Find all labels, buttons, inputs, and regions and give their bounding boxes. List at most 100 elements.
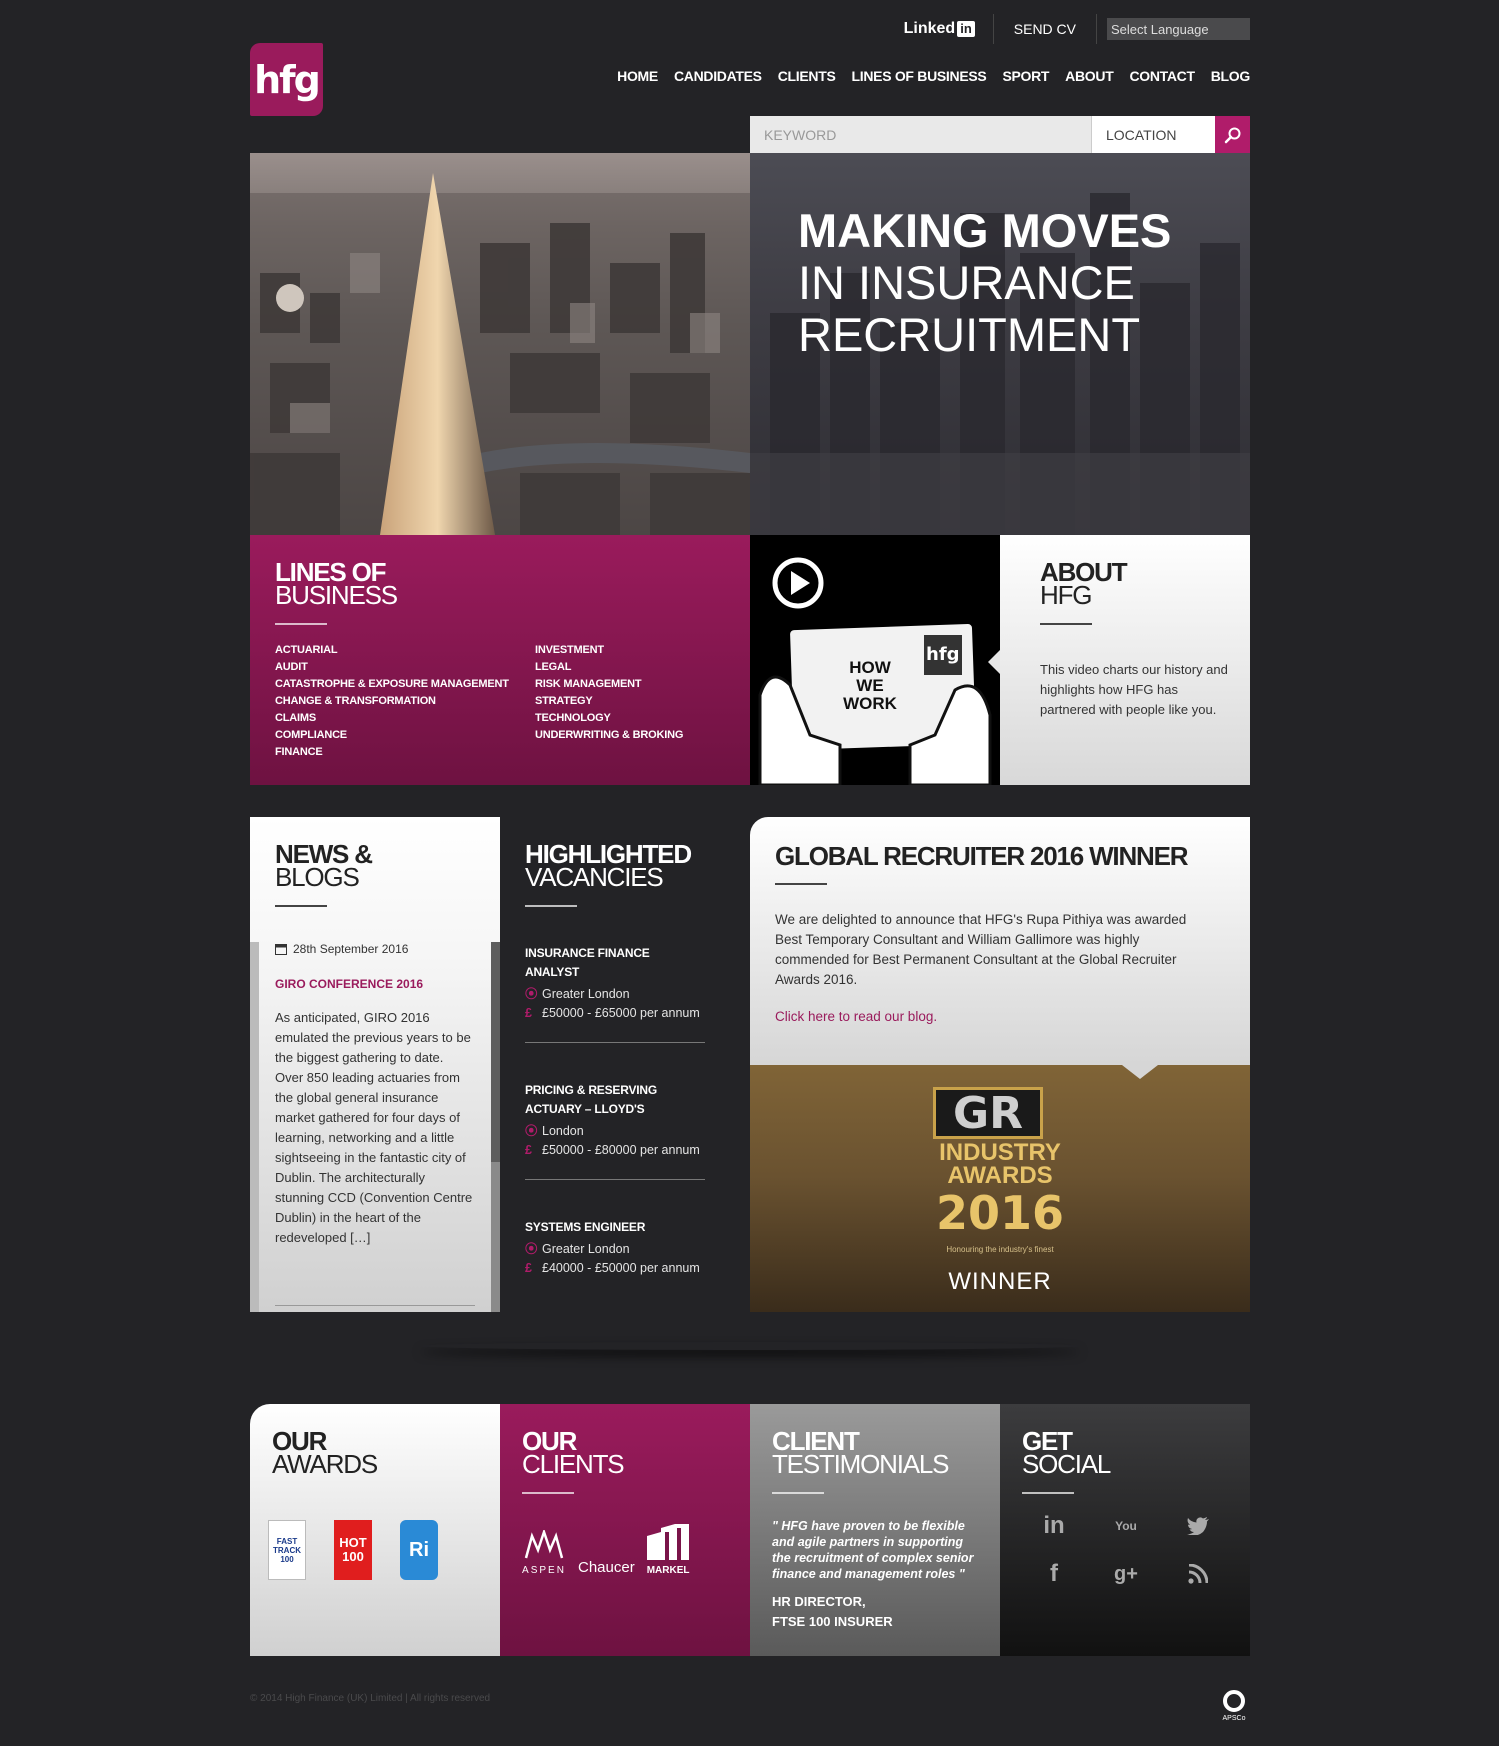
job-search-bar: KEYWORD LOCATION — [750, 116, 1250, 153]
nav-blog[interactable]: BLOG — [1211, 68, 1251, 84]
hero-line-3: RECRUITMENT — [798, 308, 1141, 361]
hfg-logo[interactable]: hfg — [250, 43, 323, 116]
nav-sport[interactable]: SPORT — [1002, 68, 1049, 84]
pound-icon: £ — [525, 1006, 532, 1020]
global-recruiter-award-panel: GLOBAL RECRUITER 2016 WINNER We are deli… — [750, 817, 1250, 1312]
location-pin-icon: ⦿ — [525, 1242, 538, 1256]
lob-link[interactable]: CATASTROPHE & EXPOSURE MANAGEMENT — [275, 676, 535, 693]
our-clients-panel[interactable]: OUR CLIENTS ASPEN Chaucer MARKEL — [500, 1404, 750, 1656]
how-we-work-video[interactable]: hfg HOW WE WORK — [750, 535, 1000, 785]
divider — [275, 905, 327, 907]
testimonial-quote: " HFG have proven to be flexible and agi… — [772, 1519, 974, 1581]
vacancy-item[interactable]: INSURANCE FINANCE ANALYST ⦿ Greater Londo… — [525, 944, 705, 1043]
news-scrollbar[interactable] — [491, 942, 500, 1312]
linkedin-icon: in — [957, 21, 975, 37]
send-cv-link[interactable]: SEND CV — [994, 14, 1097, 44]
lob-link[interactable]: COMPLIANCE — [275, 727, 535, 744]
get-social-panel: GET SOCIAL in You f g+ — [1000, 1404, 1250, 1656]
lob-link[interactable]: ACTUARIAL — [275, 642, 535, 659]
lob-link[interactable]: CHANGE & TRANSFORMATION — [275, 693, 535, 710]
nav-contact[interactable]: CONTACT — [1129, 68, 1195, 84]
lob-link[interactable]: AUDIT — [275, 659, 535, 676]
video-card-text: HOW WE WORK — [843, 658, 897, 713]
vacancy-item[interactable]: PRICING & RESERVING ACTUARY – LLOYD'S ⦿ L… — [525, 1081, 705, 1180]
client-logos: ASPEN Chaucer MARKEL — [522, 1524, 701, 1576]
aspen-logo: ASPEN — [522, 1528, 566, 1576]
award-title: GLOBAL RECRUITER 2016 WINNER — [775, 841, 1189, 871]
section-heading: CLIENT TESTIMONIALS — [772, 1426, 949, 1479]
vacancy-location: Greater London — [542, 1242, 630, 1256]
news-left-bar — [250, 942, 259, 1312]
location-input[interactable]: LOCATION — [1091, 116, 1215, 153]
vacancy-title[interactable]: PRICING & RESERVING ACTUARY – LLOYD'S — [525, 1081, 705, 1119]
award-awards: AWARDS — [947, 1162, 1053, 1189]
read-blog-link[interactable]: Click here to read our blog. — [775, 1009, 937, 1024]
keyword-input[interactable]: KEYWORD — [750, 116, 1091, 153]
business-lines-column-1: ACTUARIAL AUDIT CATASTROPHE & EXPOSURE M… — [275, 642, 535, 761]
about-description: This video charts our history and highli… — [1040, 662, 1228, 717]
vacancy-title[interactable]: SYSTEMS ENGINEER — [525, 1218, 705, 1237]
vacancy-title[interactable]: INSURANCE FINANCE ANALYST — [525, 944, 705, 982]
location-pin-icon: ⦿ — [525, 1124, 538, 1138]
linkedin-link[interactable]: Linked in — [904, 14, 994, 44]
vacancy-salary: £50000 - £80000 per annum — [542, 1143, 700, 1157]
award-badges: FAST TRACK 100 HOT 100 Ri — [268, 1520, 466, 1580]
section-heading: OUR AWARDS — [272, 1426, 378, 1479]
divider — [1022, 1492, 1074, 1494]
twitter-icon[interactable] — [1162, 1512, 1234, 1540]
vacancy-item[interactable]: SYSTEMS ENGINEER ⦿ Greater London £ £40000… — [525, 1218, 705, 1275]
location-pin-icon: ⦿ — [525, 987, 538, 1001]
award-year: 2016 — [935, 1186, 1065, 1240]
google-plus-icon[interactable]: g+ — [1090, 1560, 1162, 1588]
search-icon — [1224, 127, 1240, 143]
pointer-notch — [988, 650, 1000, 674]
linkedin-text: Linked — [903, 20, 956, 37]
section-heading: HIGHLIGHTED VACANCIES — [525, 839, 692, 892]
scrollbar-thumb[interactable] — [491, 942, 500, 1162]
pointer-notch — [1122, 1065, 1158, 1079]
divider — [275, 1305, 475, 1306]
news-blogs-panel: NEWS & BLOGS 28th September 2016 GIRO CO… — [250, 817, 500, 1312]
divider — [275, 623, 327, 625]
social-icons: in You f g+ — [1018, 1512, 1238, 1588]
hero-headline-panel: MAKING MOVES IN INSURANCE RECRUITMENT — [750, 153, 1250, 535]
search-button[interactable] — [1215, 116, 1250, 153]
lob-link[interactable]: CLAIMS — [275, 710, 535, 727]
award-text: We are delighted to announce that HFG's … — [775, 912, 1187, 987]
divider — [525, 905, 577, 907]
hero-title: MAKING MOVES IN INSURANCE RECRUITMENT — [798, 205, 1171, 361]
copyright-text: © 2014 High Finance (UK) Limited | All r… — [250, 1693, 491, 1704]
ri-badge: Ri — [400, 1520, 438, 1580]
client-testimonials-panel[interactable]: CLIENT TESTIMONIALS " HFG have proven to… — [750, 1404, 1000, 1656]
apsco-logo[interactable]: APSCo — [1218, 1690, 1250, 1722]
language-select[interactable]: Select Language — [1107, 18, 1250, 40]
apsco-ring-icon — [1223, 1690, 1245, 1712]
hero-line-2: IN INSURANCE — [798, 256, 1135, 309]
nav-candidates[interactable]: CANDIDATES — [674, 68, 762, 84]
vacancy-salary: £40000 - £50000 per annum — [542, 1261, 700, 1275]
nav-home[interactable]: HOME — [617, 68, 658, 84]
nav-clients[interactable]: CLIENTS — [778, 68, 836, 84]
post-date: 28th September 2016 — [275, 942, 408, 956]
vacancy-location: Greater London — [542, 987, 630, 1001]
award-honouring: Honouring the industry's finest — [946, 1245, 1054, 1254]
facebook-icon[interactable]: f — [1018, 1560, 1090, 1588]
nav-about[interactable]: ABOUT — [1065, 68, 1114, 84]
rss-icon[interactable] — [1162, 1560, 1234, 1588]
lob-link[interactable]: FINANCE — [275, 744, 535, 761]
nav-lines-of-business[interactable]: LINES OF BUSINESS — [852, 68, 987, 84]
section-heading: NEWS & BLOGS — [275, 839, 373, 892]
our-awards-panel[interactable]: OUR AWARDS FAST TRACK 100 HOT 100 Ri — [250, 1404, 500, 1656]
about-hfg-panel: ABOUT HFG This video charts our history … — [988, 535, 1250, 785]
post-title-link[interactable]: GIRO CONFERENCE 2016 — [275, 977, 423, 991]
london-skyline-image — [250, 153, 750, 535]
gr-logo: GR — [933, 1087, 1043, 1139]
vacancy-location: London — [542, 1124, 584, 1138]
pound-icon: £ — [525, 1143, 532, 1157]
linkedin-icon[interactable]: in — [1018, 1512, 1090, 1540]
top-bar: Linked in SEND CV Select Language — [904, 14, 1250, 44]
section-heading: ABOUT HFG — [1040, 557, 1128, 610]
youtube-icon[interactable]: You — [1090, 1512, 1162, 1540]
play-icon — [772, 557, 824, 609]
hot-100-badge: HOT 100 — [334, 1520, 372, 1580]
